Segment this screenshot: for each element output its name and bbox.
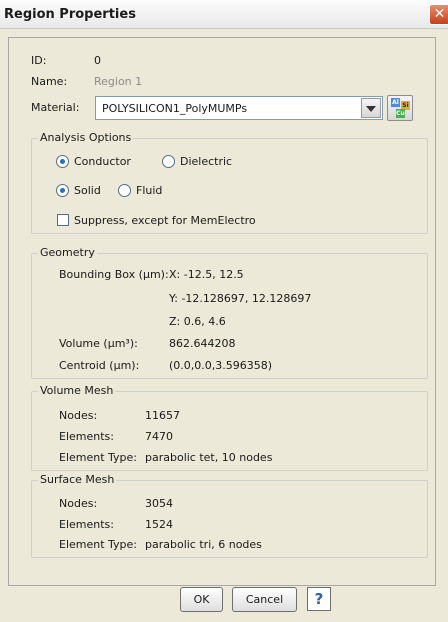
dielectric-radio[interactable] [162,155,175,168]
surface-nodes-value: 3054 [145,497,173,510]
close-icon[interactable]: ✕ [429,4,448,25]
geometry-title: Geometry [38,246,97,259]
volume-type-value: parabolic tet, 10 nodes [145,451,273,464]
surface-nodes-label: Nodes: [59,497,98,510]
bounding-z: Z: 0.6, 4.6 [169,315,226,328]
material-select[interactable]: POLYSILICON1_PolyMUMPs [95,96,383,120]
analysis-options-title: Analysis Options [38,131,134,144]
surface-mesh-title: Surface Mesh [38,473,117,486]
cancel-button[interactable]: Cancel [232,587,297,612]
dielectric-label[interactable]: Dielectric [180,155,232,168]
volume-label: Volume (µm³): [59,337,138,350]
surface-elements-label: Elements: [59,518,114,531]
name-label: Name: [31,75,68,88]
chevron-down-icon[interactable] [361,98,381,118]
volume-elements-value: 7470 [145,430,173,443]
id-label: ID: [31,54,47,67]
material-label: Material: [31,101,80,114]
volume-nodes-value: 11657 [145,409,180,422]
help-icon[interactable]: ? [307,587,331,611]
bounding-y: Y: -12.128697, 12.128697 [169,292,312,305]
volume-type-label: Element Type: [59,451,138,464]
conductor-label[interactable]: Conductor [74,155,131,168]
volume-elements-label: Elements: [59,430,114,443]
conductor-radio[interactable] [56,155,69,168]
surface-type-label: Element Type: [59,538,138,551]
suppress-checkbox[interactable] [57,214,69,226]
title-bar[interactable]: Region Properties ✕ [0,0,448,29]
centroid-value: (0.0,0.0,3.596358) [169,359,273,372]
suppress-label[interactable]: Suppress, except for MemElectro [74,214,256,227]
chip-cu: Cu [396,109,405,118]
surface-type-value: parabolic tri, 6 nodes [145,538,262,551]
fluid-label[interactable]: Fluid [136,184,162,197]
fluid-radio[interactable] [118,184,131,197]
periodic-elements-icon[interactable]: Al Si Cu [387,95,413,121]
solid-radio[interactable] [56,184,69,197]
id-value: 0 [94,54,101,67]
material-value: POLYSILICON1_PolyMUMPs [102,102,248,115]
volume-mesh-title: Volume Mesh [38,384,116,397]
bounding-box-label: Bounding Box (µm): [59,268,169,281]
solid-label[interactable]: Solid [74,184,101,197]
ok-button[interactable]: OK [180,587,223,612]
centroid-label: Centroid (µm): [59,359,140,372]
volume-nodes-label: Nodes: [59,409,98,422]
volume-value: 862.644208 [169,337,236,350]
name-value: Region 1 [94,75,143,88]
chip-al: Al [391,98,400,107]
window-title: Region Properties [4,7,136,22]
bounding-x: X: -12.5, 12.5 [169,268,244,281]
surface-elements-value: 1524 [145,518,173,531]
